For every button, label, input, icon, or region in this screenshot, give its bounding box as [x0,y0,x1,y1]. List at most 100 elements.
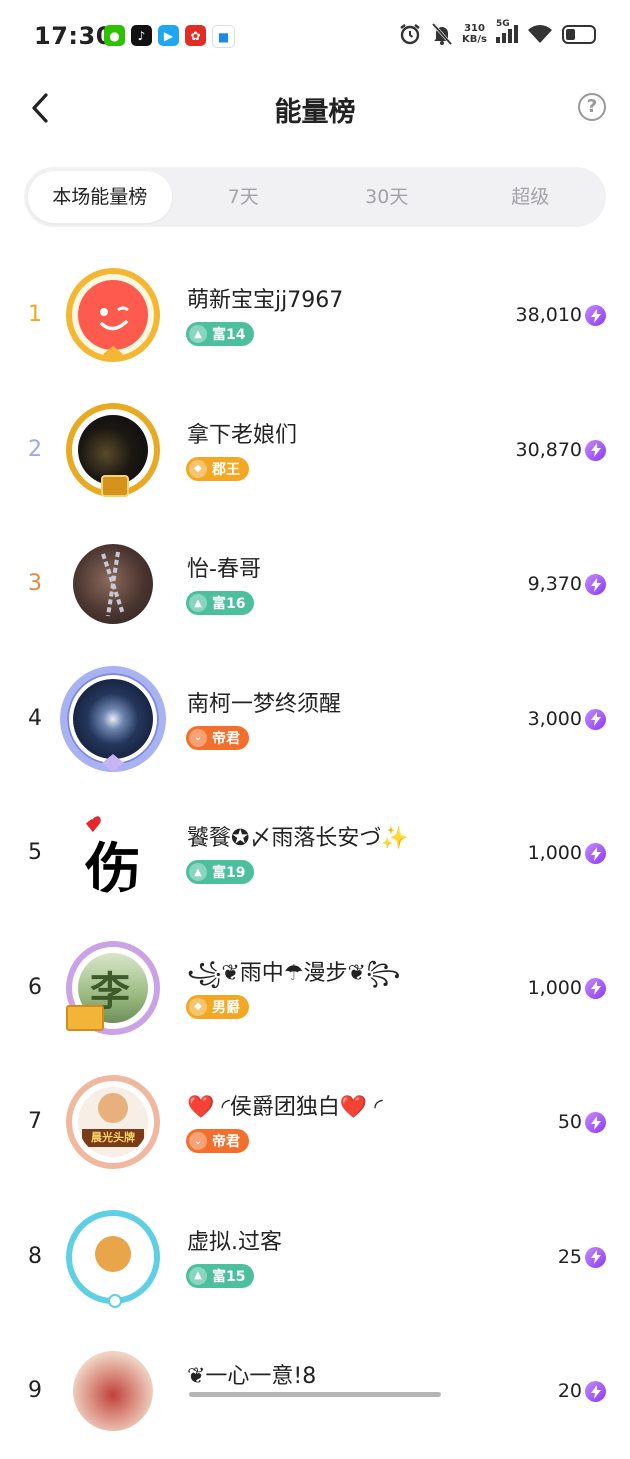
avatar[interactable] [66,402,160,497]
net-speed: 310 KB/s [462,23,487,45]
tab-7-days[interactable]: 7天 [172,171,316,223]
photo [78,1221,148,1292]
diamond-icon: ◆ [189,459,207,478]
rank-number: 7 [28,1109,42,1134]
card-icon [66,1004,104,1031]
noble-badge: ◆ 男爵 [186,994,249,1019]
crown-gem-icon [102,753,124,772]
rank-number: 4 [28,705,42,731]
mute-bell-icon [431,22,453,46]
period-tabs: 本场能量榜 7天 30天 超级 [24,167,606,227]
rank-number: 9 [28,1378,42,1403]
list-item[interactable]: 1 萌新宝宝jj7967 ▲ 富14 38,010 [0,248,630,383]
shopping-icon: ✿ [185,25,206,46]
help-button[interactable]: ? [578,93,606,121]
user-name: ❦一心一意!8 [187,1364,317,1389]
list-item[interactable]: 8 虚拟.过客 ▲ 富15 25 [0,1190,630,1325]
rank-number: 5 [28,840,42,865]
avatar[interactable] [66,537,160,631]
list-item[interactable]: 2 拿下老娘们 ◆ 郡王 30,870 [0,383,630,518]
rank-number: 1 [28,302,42,327]
lightning-icon [585,1246,606,1268]
home-indicator[interactable] [189,1392,441,1397]
frame-emblem [101,474,129,497]
message-icon: ■ [212,25,235,48]
wealth-level-badge: ▲ 富19 [186,860,255,884]
energy-score: 9,370 [527,573,582,595]
avatar[interactable] [66,268,160,362]
wechat-icon: ● [104,25,125,46]
rank-number: 6 [28,974,42,1000]
lightning-icon [585,843,606,864]
crown-gem-icon [103,346,123,362]
lightning-icon [585,708,606,730]
tab-super[interactable]: 超级 [459,171,603,223]
wealth-level-badge: ▲ 富14 [186,322,255,346]
tab-current[interactable]: 本场能量榜 [28,171,172,223]
page-title: 能量榜 [274,97,356,128]
status-app-icons: ● ♪ ▶ ✿ ■ [104,25,235,48]
lightning-icon [585,977,606,999]
list-item[interactable]: 5 ♥ 伤 饕餮✪〆雨落长安づ✨ ▲ 富19 1,000 [0,786,630,921]
lightning-icon [585,305,606,326]
energy-score: 38,010 [515,304,582,326]
galaxy-photo [73,678,153,759]
lightning-icon [585,1381,606,1402]
chevron-down-icon: ⌄ [189,728,207,747]
user-name: 虚拟.过客 [187,1229,282,1255]
noble-badge: ⌄ 帝君 [186,1129,249,1153]
battery-icon [562,24,596,44]
calligraphy-avatar: ♥ 伤 [73,813,153,893]
default-avatar-icon [100,306,129,331]
avatar[interactable] [66,1209,160,1308]
list-item[interactable]: 4 南柯一梦终须醒 ⌄ 帝君 3,000 [0,652,630,787]
status-bar: 17:30 ● ♪ ▶ ✿ ■ 310 KB/s 5G [0,0,630,76]
cell-signal-icon: 5G [496,19,518,43]
wealth-level-badge: ▲ 富16 [186,591,255,615]
triangle-icon: ▲ [189,863,207,881]
rank-number: 3 [28,571,42,596]
status-time: 17:30 [34,22,113,50]
list-item[interactable]: 6 李 ꧁❦雨中☂漫步❦꧂ ◆ 男爵 1,000 [0,921,630,1056]
user-name: 拿下老娘们 [187,422,298,448]
lightning-icon [585,574,606,595]
lightning-icon [585,439,606,461]
avatar[interactable] [60,665,166,772]
energy-score: 25 [557,1245,582,1268]
alarm-icon [400,24,420,45]
user-name: 萌新宝宝jj7967 [187,288,344,313]
user-name: 南柯一梦终须醒 [187,691,342,717]
rank-number: 8 [28,1243,42,1269]
user-name: 饕餮✪〆雨落长安づ✨ [187,826,409,851]
tiger-cartoon-icon [95,1235,131,1272]
energy-score: 1,000 [527,976,582,999]
lightning-icon [585,1112,606,1133]
triangle-icon: ▲ [189,594,207,612]
chevron-down-icon: ⌄ [189,1132,207,1150]
avatar[interactable] [66,1344,160,1438]
tab-30-days[interactable]: 30天 [315,171,459,223]
noble-badge: ◆ 郡王 [186,456,249,481]
user-name: ❤️ ◜侯爵团独白❤️ ◜ [187,1095,383,1120]
energy-score: 20 [557,1380,582,1402]
question-icon: ? [586,96,598,117]
diamond-icon: ◆ [189,997,207,1016]
tiktok-icon: ♪ [131,25,152,46]
energy-score: 50 [557,1111,582,1133]
avatar[interactable]: 晨光头牌 [66,1075,160,1169]
user-name: 怡-春哥 [187,557,261,582]
triangle-icon: ▲ [189,325,207,343]
energy-score: 1,000 [527,842,582,864]
user-name: ꧁❦雨中☂漫步❦꧂ [187,960,401,986]
frame-emblem [108,1293,122,1308]
wealth-level-badge: ▲ 富15 [186,1263,255,1288]
wifi-icon [528,25,552,43]
photo [73,1351,153,1431]
ranking-list: 1 萌新宝宝jj7967 ▲ 富14 38,010 2 拿下老娘们 ◆ 郡王 3… [0,248,630,1459]
noble-badge: ⌄ 帝君 [186,725,249,750]
avatar[interactable]: ♥ 伤 [66,806,160,900]
rank-number: 2 [28,436,42,462]
list-item[interactable]: 3 怡-春哥 ▲ 富16 9,370 [0,517,630,652]
list-item[interactable]: 7 晨光头牌 ❤️ ◜侯爵团独白❤️ ◜ ⌄ 帝君 50 [0,1055,630,1190]
avatar[interactable]: 李 [66,940,160,1035]
